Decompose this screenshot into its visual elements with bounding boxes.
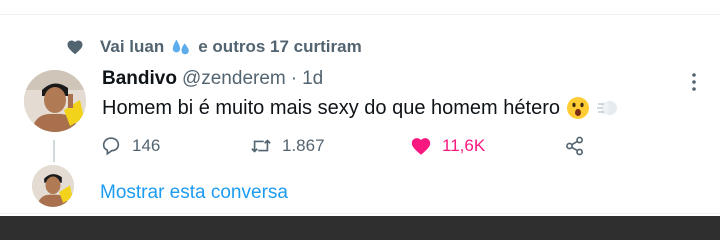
display-name[interactable]: Bandivo <box>102 68 177 90</box>
avatar-photo <box>24 70 86 132</box>
heart-icon <box>67 40 83 55</box>
like-count: 11,6K <box>442 136 486 155</box>
reply-avatar-photo <box>32 165 74 207</box>
social-context[interactable]: Vai luan e outros 17 curtiram <box>66 36 362 58</box>
tweet-timestamp[interactable]: 1d <box>302 68 323 90</box>
astonished-face-icon <box>566 97 589 119</box>
more-options-icon[interactable] <box>682 70 706 94</box>
dashing-away-icon <box>596 101 617 115</box>
show-thread-link[interactable]: Mostrar esta conversa <box>100 182 288 204</box>
heart-filled-icon <box>411 138 431 155</box>
bottom-divider <box>0 213 720 214</box>
thread-line <box>53 140 55 162</box>
social-context-suffix: e outros 17 curtiram <box>198 37 362 56</box>
reply-avatar[interactable] <box>32 165 74 207</box>
like-button[interactable]: 11,6K <box>410 134 485 158</box>
retweet-count: 1.867 <box>282 136 325 155</box>
reply-icon <box>102 137 120 156</box>
avatar[interactable] <box>24 70 86 132</box>
bottom-bar <box>0 216 720 240</box>
tweet-body: Homem bi é muito mais sexy do que homem … <box>102 96 560 119</box>
reply-count: 146 <box>132 136 161 155</box>
share-icon <box>566 136 583 156</box>
share-button[interactable] <box>564 134 596 158</box>
top-divider <box>0 14 720 15</box>
retweet-button[interactable]: 1.867 <box>250 134 325 158</box>
tweet-text: Homem bi é muito mais sexy do que homem … <box>102 94 620 122</box>
tweet-header: Bandivo @zenderem · 1d <box>102 66 323 92</box>
user-handle[interactable]: @zenderem <box>182 68 286 90</box>
sweat-droplets-icon <box>173 39 190 55</box>
reply-button[interactable]: 146 <box>100 134 160 158</box>
header-separator: · <box>290 68 298 89</box>
tweet-actions: 146 1.867 11,6K <box>100 134 600 158</box>
retweet-icon <box>251 139 271 153</box>
social-context-name: Vai luan <box>100 37 165 56</box>
